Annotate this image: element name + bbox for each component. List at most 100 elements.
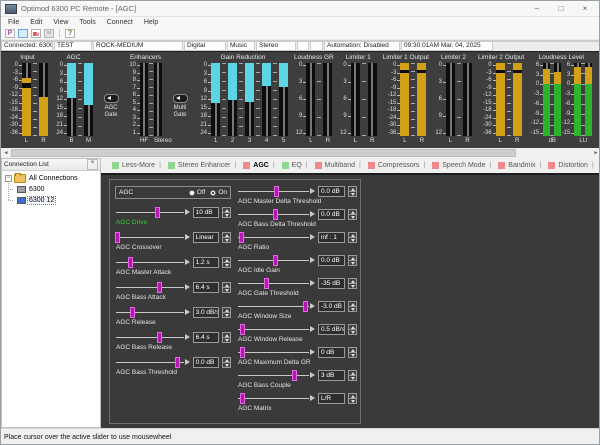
slider-agc-bass-attack[interactable] (115, 282, 190, 293)
spin-down-icon[interactable] (348, 353, 357, 358)
save-icon[interactable] (44, 29, 54, 38)
slider-agc-master-delta-threshold[interactable] (237, 186, 315, 197)
menu-view[interactable]: View (53, 19, 68, 26)
document-icon[interactable] (18, 29, 28, 38)
transfer-icon[interactable] (31, 29, 41, 38)
value-agc-bass-delta-threshold[interactable]: 0.0 dB (318, 209, 345, 220)
spin-down-icon[interactable] (348, 330, 357, 335)
slider-agc-idle-gain[interactable] (237, 255, 315, 266)
tree-node-6300[interactable]: 6300 (2, 184, 100, 195)
slider-thumb[interactable] (155, 207, 160, 218)
spin-down-icon[interactable] (222, 313, 231, 318)
tab-stereo-enhancer[interactable]: Stereo Enhancer (165, 162, 231, 169)
spin-down-icon[interactable] (348, 192, 357, 197)
value-agc-maximum-delta-gr[interactable]: 0 dB (318, 347, 345, 358)
slider-thumb[interactable] (292, 370, 297, 381)
tab-distortion[interactable]: Distortion (545, 162, 588, 169)
slider-thumb[interactable] (240, 347, 245, 358)
slider-thumb[interactable] (274, 186, 279, 197)
slider-thumb[interactable] (115, 232, 120, 243)
slider-thumb[interactable] (128, 257, 133, 268)
slider-agc-window-size[interactable] (237, 301, 315, 312)
slider-agc-bass-release[interactable] (115, 332, 190, 343)
spin-down-icon[interactable] (348, 215, 357, 220)
slider-thumb[interactable] (240, 324, 245, 335)
menu-edit[interactable]: Edit (30, 19, 42, 26)
tree-node-6300-12[interactable]: 6300 12 (2, 195, 100, 206)
slider-thumb[interactable] (157, 332, 162, 343)
value-agc-bass-threshold[interactable]: 0.0 dB (193, 357, 220, 368)
slider-thumb[interactable] (273, 209, 278, 220)
slider-thumb[interactable] (175, 357, 180, 368)
slider-agc-bass-threshold[interactable] (115, 357, 190, 368)
slider-agc-ratio[interactable] (237, 232, 315, 243)
slider-agc-release[interactable] (115, 307, 190, 318)
value-agc-master-delta-threshold[interactable]: 0.0 dB (318, 186, 345, 197)
radio-off-icon[interactable] (189, 190, 195, 196)
spin-down-icon[interactable] (222, 238, 231, 243)
value-agc-ratio[interactable]: inf : 1 (318, 232, 345, 243)
horizontal-scrollbar[interactable]: ◄ ► (1, 148, 600, 158)
slider-thumb[interactable] (130, 307, 135, 318)
slider-agc-gate-threshold[interactable] (237, 278, 315, 289)
agc-off-option[interactable]: Off (189, 189, 206, 196)
preset-icon[interactable]: P (5, 29, 15, 38)
spin-down-icon[interactable] (348, 376, 357, 381)
tab-less-more[interactable]: Less-More (109, 162, 155, 169)
spin-down-icon[interactable] (222, 263, 231, 268)
slider-agc-master-attack[interactable] (115, 257, 190, 268)
value-agc-bass-release[interactable]: 6.4 s (193, 332, 220, 343)
value-agc-master-attack[interactable]: 1.2 s (193, 257, 220, 268)
value-agc-release[interactable]: 3.0 dB/s (193, 307, 220, 318)
scrollbar-thumb[interactable] (11, 149, 516, 157)
minimize-button[interactable]: – (527, 2, 547, 16)
value-agc-bass-couple[interactable]: 3 dB (318, 370, 345, 381)
scroll-left-icon[interactable]: ◄ (1, 148, 11, 158)
help-icon[interactable]: ? (65, 29, 75, 38)
spin-down-icon[interactable] (348, 307, 357, 312)
value-agc-idle-gain[interactable]: 0.0 dB (318, 255, 345, 266)
close-button[interactable]: × (575, 2, 595, 16)
value-agc-gate-threshold[interactable]: -35 dB (318, 278, 345, 289)
radio-on-icon[interactable] (210, 190, 216, 196)
spin-down-icon[interactable] (348, 238, 357, 243)
menu-connect[interactable]: Connect (107, 19, 133, 26)
slider-agc-drive[interactable] (115, 207, 190, 218)
slider-agc-matrix[interactable] (237, 393, 315, 404)
slider-thumb[interactable] (303, 301, 308, 312)
tab-agc[interactable]: AGC (240, 162, 269, 169)
spin-down-icon[interactable] (348, 284, 357, 289)
slider-agc-maximum-delta-gr[interactable] (237, 347, 315, 358)
menu-help[interactable]: Help (144, 19, 158, 26)
tree-expander-icon[interactable]: − (5, 175, 12, 182)
value-agc-drive[interactable]: 10 dB (193, 207, 220, 218)
slider-agc-crossover[interactable] (115, 232, 190, 243)
value-agc-window-size[interactable]: -3.0 dB (318, 301, 345, 312)
spin-down-icon[interactable] (222, 338, 231, 343)
slider-agc-bass-couple[interactable] (237, 370, 315, 381)
tab-bandmix[interactable]: Bandmix (495, 162, 535, 169)
value-agc-matrix[interactable]: L/R (318, 393, 345, 404)
tab-multiband[interactable]: Multiband (312, 162, 355, 169)
spin-down-icon[interactable] (348, 261, 357, 266)
spin-down-icon[interactable] (222, 288, 231, 293)
maximize-button[interactable]: □ (551, 2, 571, 16)
tab-eq[interactable]: EQ (279, 162, 302, 169)
connection-list-close-icon[interactable]: × (87, 159, 98, 170)
menu-file[interactable]: File (8, 19, 19, 26)
spin-down-icon[interactable] (222, 363, 231, 368)
scroll-right-icon[interactable]: ► (591, 148, 600, 158)
agc-on-option[interactable]: On (210, 189, 227, 196)
slider-thumb[interactable] (239, 232, 244, 243)
slider-agc-window-release[interactable] (237, 324, 315, 335)
spin-down-icon[interactable] (222, 213, 231, 218)
tab-compressors[interactable]: Compressors (365, 162, 420, 169)
tab-speech-mode[interactable]: Speech Mode (429, 162, 485, 169)
slider-thumb[interactable] (273, 255, 278, 266)
tree-root-row[interactable]: −All Connections (2, 173, 100, 184)
slider-thumb[interactable] (157, 282, 162, 293)
value-agc-window-release[interactable]: 0.5 dB/s (318, 324, 345, 335)
value-agc-bass-attack[interactable]: 6.4 s (193, 282, 220, 293)
spin-down-icon[interactable] (348, 399, 357, 404)
value-agc-crossover[interactable]: Linear (193, 232, 220, 243)
